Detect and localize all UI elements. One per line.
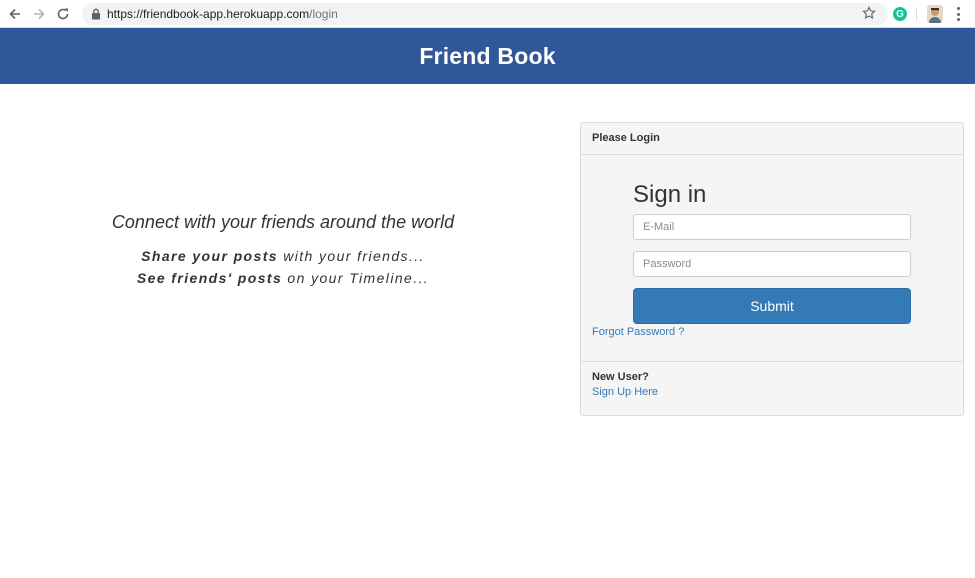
- signin-title: Sign in: [633, 181, 707, 208]
- brand-title[interactable]: Friend Book: [419, 43, 555, 70]
- password-field[interactable]: [633, 251, 911, 277]
- signup-link[interactable]: Sign Up Here: [592, 386, 952, 398]
- browser-toolbar: https://friendbook-app.herokuapp.com/log…: [0, 0, 975, 28]
- forward-arrow-icon[interactable]: [30, 5, 48, 23]
- grammarly-extension-icon[interactable]: G: [893, 7, 907, 21]
- panel-footer: New User? Sign Up Here: [581, 361, 963, 415]
- profile-avatar-icon[interactable]: [927, 5, 943, 23]
- back-arrow-icon[interactable]: [6, 5, 24, 23]
- app-header: Friend Book: [0, 28, 975, 84]
- url-text: https://friendbook-app.herokuapp.com/log…: [107, 7, 338, 21]
- bookmark-star-icon[interactable]: [862, 6, 876, 20]
- new-user-label: New User?: [592, 371, 649, 383]
- login-panel: Please Login Sign in Submit Forgot Passw…: [580, 122, 964, 416]
- hero-tagline: Connect with your friends around the wor…: [111, 212, 455, 232]
- hero-line-timeline: See friends' posts on your Timeline...: [136, 270, 430, 286]
- lock-icon: [92, 8, 100, 20]
- email-field[interactable]: [633, 214, 911, 240]
- forgot-password-link[interactable]: Forgot Password ?: [592, 326, 684, 338]
- browser-menu-icon[interactable]: [953, 7, 963, 21]
- panel-heading: Please Login: [581, 123, 963, 155]
- toolbar-divider: [916, 7, 917, 21]
- reload-icon[interactable]: [54, 5, 72, 23]
- hero-line-share: Share your posts with your friends...: [141, 248, 425, 264]
- login-form: Sign in Submit Forgot Password ?: [581, 155, 963, 361]
- address-bar[interactable]: https://friendbook-app.herokuapp.com/log…: [82, 3, 888, 25]
- submit-button[interactable]: Submit: [633, 288, 911, 324]
